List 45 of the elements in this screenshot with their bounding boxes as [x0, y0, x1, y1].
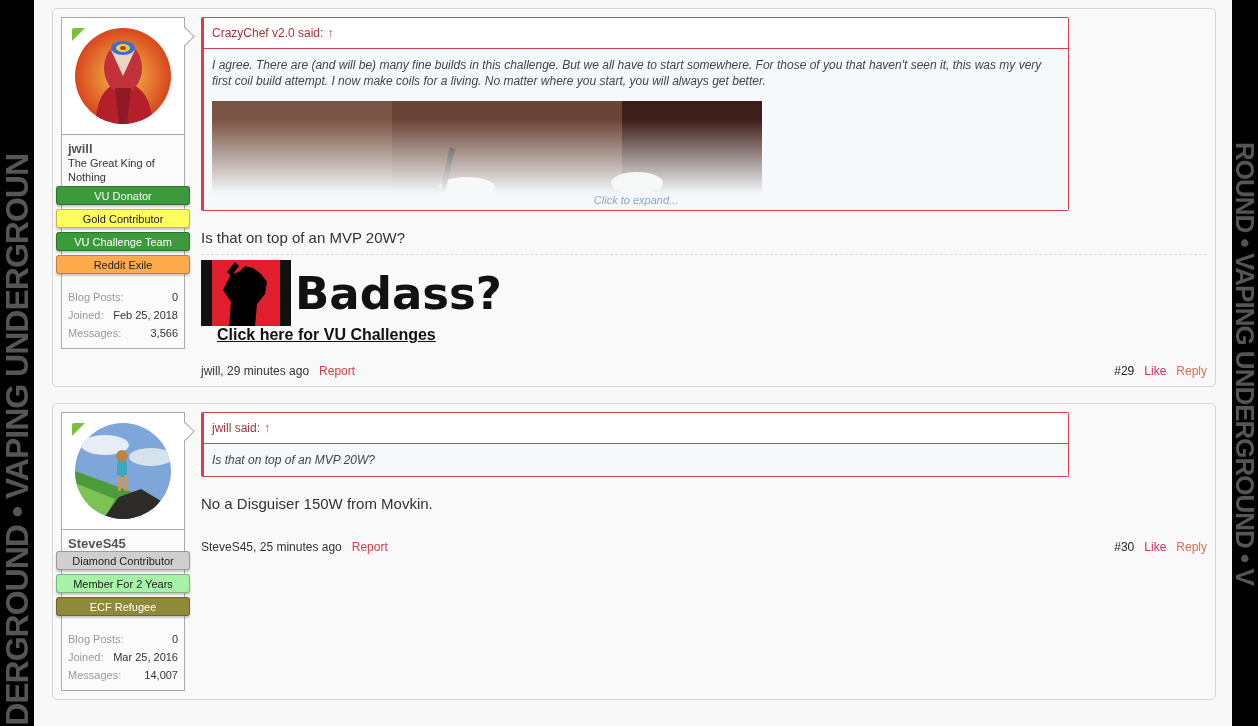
post-byline: SteveS45, 25 minutes ago	[201, 540, 342, 554]
username[interactable]: jwill	[62, 141, 184, 156]
message-text: No a Disguiser 150W from Movkin.	[201, 495, 434, 512]
like-link[interactable]: Like	[1144, 540, 1167, 554]
reply-link[interactable]: Reply	[1176, 540, 1207, 554]
user-banner: Diamond Contributor	[56, 551, 190, 570]
quote-author[interactable]: jwill said:	[212, 421, 260, 435]
user-banner: Member For 2 Years	[56, 574, 190, 593]
reply-link[interactable]: Reply	[1176, 364, 1207, 378]
stat-value: Feb 25, 2018	[113, 308, 178, 323]
quote-text: I agree. There are (and will be) many fine builds in this challenge. But we all have to start somewhere. For those of you that haven't seen it, this was my very first coil build attempt. I now make coils for a living. No matter where you start, you will always get better.	[212, 57, 1043, 89]
user-banner: Reddit Exile	[56, 255, 190, 274]
fist-icon[interactable]	[201, 260, 291, 326]
signature-headline: Badass?	[295, 266, 502, 320]
quote-text: Is that on top of an MVP 20W?	[212, 452, 376, 468]
user-banner: VU Challenge Team	[56, 232, 190, 251]
stat-label: Blog Posts:	[68, 632, 124, 647]
challenges-link[interactable]: Click here for VU Challenges	[217, 326, 436, 344]
stat-label: Blog Posts:	[68, 290, 124, 305]
post-number-link[interactable]: #30	[1114, 540, 1135, 554]
user-title: The Great King of Nothing	[67, 156, 156, 184]
report-link[interactable]: Report	[351, 540, 388, 554]
side-banner-text: DERGROUND • VAPING UNDERGROUN	[2, 154, 32, 726]
stat-label: Joined:	[68, 650, 104, 665]
user-banner: ECF Refugee	[56, 597, 190, 616]
quote-author[interactable]: CrazyChef v2.0 said:	[212, 26, 324, 40]
user-banner: Gold Contributor	[56, 209, 190, 228]
stat-label: Messages:	[68, 326, 122, 341]
user-banner: VU Donator	[56, 186, 190, 205]
stat-value: 0	[171, 290, 178, 305]
jump-arrow-icon[interactable]: ↑	[327, 26, 334, 40]
post-byline: jwill, 29 minutes ago	[201, 364, 310, 378]
stat-label: Messages:	[68, 668, 122, 683]
like-link[interactable]: Like	[1144, 364, 1167, 378]
jump-arrow-icon[interactable]: ↑	[264, 421, 270, 435]
report-link[interactable]: Report	[319, 364, 356, 378]
username[interactable]: SteveS45	[62, 536, 184, 551]
stat-value: 0	[171, 632, 178, 647]
post-number-link[interactable]: #29	[1114, 364, 1135, 378]
message-text: Is that on top of an MVP 20W?	[201, 229, 406, 246]
side-banner-text: ROUND • VAPING UNDERGROUND • V	[1232, 141, 1258, 585]
stat-value: Mar 25, 2016	[113, 650, 178, 665]
stat-value: 3,566	[150, 326, 178, 341]
stat-label: Joined:	[68, 308, 104, 323]
stat-value: 14,007	[144, 668, 178, 683]
